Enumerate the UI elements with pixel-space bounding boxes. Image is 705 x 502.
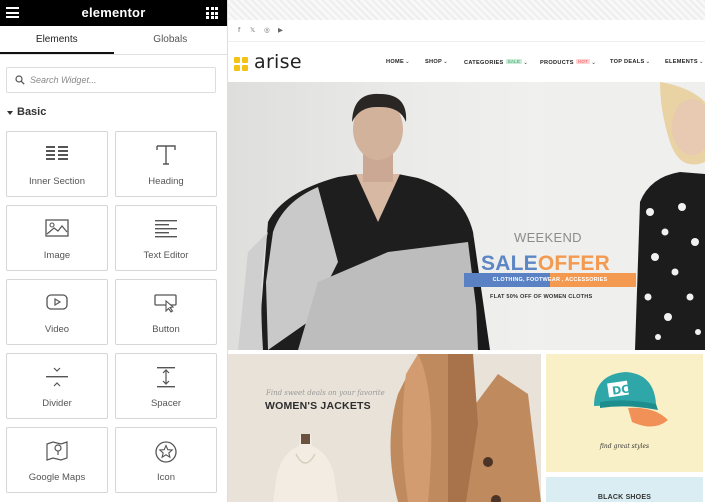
cap-image: DC [594, 372, 668, 427]
nav-categories[interactable]: CATEGORIES SALE ⌄ [464, 59, 528, 66]
widget-label: Heading [148, 176, 184, 187]
preview-top-strip [228, 0, 705, 20]
sale-badge: SALE [505, 59, 523, 64]
widget-icon[interactable]: Icon [115, 427, 217, 493]
tab-elements[interactable]: Elements [0, 26, 114, 54]
youtube-icon[interactable]: ▶ [278, 26, 283, 34]
search-widget-box[interactable] [6, 67, 216, 93]
video-icon [46, 294, 68, 310]
ribbon-text: CLOTHING, FOOTWEAR , ACCESSORIES [492, 277, 608, 283]
image-icon [45, 219, 69, 237]
nav-label: HOME [386, 59, 404, 65]
apps-grid-icon[interactable] [206, 7, 218, 19]
widget-grid: Inner Section Heading Image Text Editor [6, 131, 217, 493]
nav-label: SHOP [425, 59, 443, 65]
hot-badge: HOT [575, 59, 591, 64]
nav-shop[interactable]: SHOP⌄ [425, 59, 448, 65]
hero-kicker: WEEKEND [514, 230, 582, 245]
widget-label: Google Maps [28, 472, 86, 483]
nav-elements[interactable]: ELEMENTS⌄ [665, 59, 704, 65]
female-model-image [635, 82, 705, 350]
chevron-down-icon: ⌄ [523, 60, 529, 66]
site-preview: f 𝕏 ◎ ▶ arise HOME⌄ SHOP⌄ CATEGORIES SALE… [228, 0, 705, 502]
widget-label: Text Editor [143, 250, 189, 261]
facebook-icon[interactable]: f [238, 26, 240, 34]
chevron-down-icon: ⌄ [404, 59, 410, 65]
nav-top-deals[interactable]: TOP DEALS⌄ [610, 59, 651, 65]
search-icon [15, 75, 25, 85]
widget-google-maps[interactable]: Google Maps [6, 427, 108, 493]
widget-spacer[interactable]: Spacer [115, 353, 217, 419]
chevron-down-icon: ⌄ [591, 60, 597, 66]
widget-inner-section[interactable]: Inner Section [6, 131, 108, 197]
nav-label: PRODUCTS [540, 60, 574, 66]
button-icon [154, 294, 177, 313]
elementor-logo: elementor [81, 5, 146, 20]
promo-title: WOMEN'S JACKETS [265, 400, 371, 412]
widget-label: Button [152, 324, 180, 335]
site-name: arise [254, 51, 302, 73]
site-header: arise HOME⌄ SHOP⌄ CATEGORIES SALE ⌄ PRODUC… [228, 42, 705, 82]
widget-divider[interactable]: Divider [6, 353, 108, 419]
x-twitter-icon[interactable]: 𝕏 [250, 26, 255, 34]
promo-caps[interactable]: DC find great styles [546, 354, 703, 472]
heading-icon [156, 145, 176, 165]
spacer-icon [157, 367, 175, 388]
nav-home[interactable]: HOME⌄ [386, 59, 410, 65]
coat-image [390, 354, 541, 502]
widget-label: Image [43, 250, 71, 261]
star-icon [155, 441, 177, 463]
widget-label: Divider [42, 398, 72, 409]
nav-label: ELEMENTS [665, 59, 698, 65]
panel-header: elementor [0, 0, 227, 26]
chevron-down-icon: ⌄ [443, 59, 449, 65]
widget-label: Spacer [150, 398, 182, 409]
promo-black-shoes[interactable]: BLACK SHOES [546, 477, 703, 502]
promo-title: BLACK SHOES [597, 494, 652, 501]
topbar-social: f 𝕏 ◎ ▶ [228, 20, 705, 42]
svg-text:DC: DC [611, 382, 630, 397]
widget-text-editor[interactable]: Text Editor [115, 205, 217, 271]
mannequin-image [273, 434, 338, 502]
nav-products[interactable]: PRODUCTS HOT ⌄ [540, 59, 596, 66]
promo-subtitle: Find sweet deals on your favorite [266, 389, 385, 397]
widget-image[interactable]: Image [6, 205, 108, 271]
inner-section-icon [46, 146, 68, 160]
site-logo[interactable]: arise [234, 51, 302, 73]
caret-down-icon [7, 110, 13, 115]
divider-icon [46, 367, 68, 387]
promo-womens-jackets[interactable]: Find sweet deals on your favorite WOMEN'… [228, 354, 541, 502]
promo-caption: find great styles [599, 443, 650, 450]
widget-button[interactable]: Button [115, 279, 217, 345]
headline-sale: SALE [481, 252, 538, 275]
widget-heading[interactable]: Heading [115, 131, 217, 197]
category-label: Basic [17, 106, 47, 118]
widget-video[interactable]: Video [6, 279, 108, 345]
hero-banner[interactable]: WEEKEND SALEOFFER CLOTHING, FOOTWEAR , A… [228, 82, 705, 350]
logo-mark-icon [234, 56, 248, 71]
hero-subline: FLAT 50% OFF OF WOMEN CLOTHS [490, 294, 593, 300]
nav-label: CATEGORIES [464, 60, 504, 66]
nav-label: TOP DEALS [610, 59, 645, 65]
chevron-down-icon: ⌄ [645, 59, 651, 65]
widget-label: Video [44, 324, 70, 335]
hero-ribbon: CLOTHING, FOOTWEAR , ACCESSORIES [464, 273, 636, 287]
widget-label: Inner Section [29, 176, 85, 187]
headline-offer: OFFER [537, 252, 610, 275]
chevron-down-icon: ⌄ [698, 59, 704, 65]
text-editor-icon [155, 220, 177, 238]
widget-label: Icon [157, 472, 175, 483]
instagram-icon[interactable]: ◎ [264, 26, 270, 34]
search-input[interactable] [30, 68, 210, 92]
elementor-editor: elementor Elements Globals Basic [0, 0, 705, 502]
google-maps-icon [46, 441, 68, 461]
panel-tabs: Elements Globals [0, 26, 227, 55]
male-model-image [238, 93, 490, 350]
widget-panel: elementor Elements Globals Basic [0, 0, 228, 502]
category-basic[interactable]: Basic [7, 106, 46, 118]
tab-globals[interactable]: Globals [114, 26, 228, 54]
